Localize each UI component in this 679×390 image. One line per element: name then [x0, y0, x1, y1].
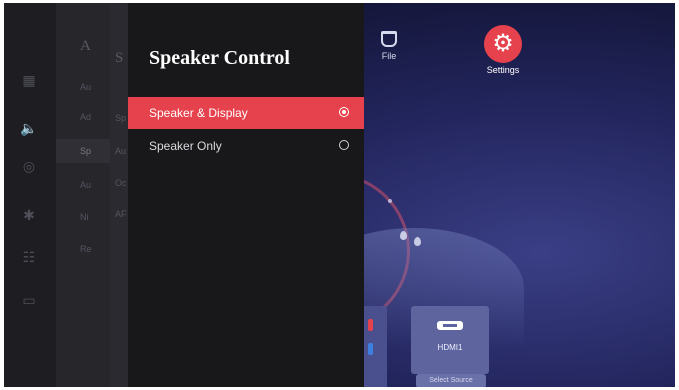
- file-icon: [381, 31, 397, 47]
- background-droplet: [414, 237, 421, 246]
- option-label: Speaker Only: [149, 139, 222, 153]
- background-droplet: [400, 231, 407, 240]
- submenu-item[interactable]: AF: [115, 209, 127, 219]
- display-icon[interactable]: ▭: [20, 291, 38, 309]
- panel-title: Speaker Control: [149, 47, 290, 69]
- submenu-title: S: [115, 50, 124, 66]
- radio-selected-icon[interactable]: [339, 107, 349, 117]
- bluetooth-icon[interactable]: ✱: [20, 206, 38, 224]
- top-item-settings[interactable]: ⚙ Settings: [470, 25, 536, 75]
- gear-icon: ⚙: [484, 25, 522, 63]
- source-card-hdmi1[interactable]: HDMI1: [411, 306, 489, 374]
- top-item-file[interactable]: File: [364, 31, 414, 61]
- sound-menu-item[interactable]: Re: [80, 244, 92, 254]
- select-source-button[interactable]: Select Source: [416, 374, 486, 387]
- submenu-item[interactable]: Oc: [115, 178, 127, 188]
- source-card-label: HDMI1: [437, 343, 463, 352]
- hdmi-icon: [437, 321, 463, 330]
- top-item-settings-label: Settings: [486, 65, 520, 75]
- option-speaker-and-display[interactable]: Speaker & Display: [128, 97, 364, 129]
- sound-menu-item[interactable]: Ad: [80, 112, 91, 122]
- radio-dot: [342, 110, 346, 114]
- option-speaker-only[interactable]: Speaker Only: [128, 130, 364, 162]
- submenu-item[interactable]: Sp: [115, 113, 126, 123]
- top-item-file-label: File: [381, 51, 397, 61]
- radio-unselected-icon[interactable]: [339, 140, 349, 150]
- settings-rail: ▦ 🔈 ◎ ✱ ☷ ▭: [4, 3, 56, 387]
- tv-screen: File ⚙ Settings HDMI1 Select Source ▦ 🔈 …: [4, 3, 675, 387]
- apps-icon[interactable]: ☷: [20, 248, 38, 266]
- background-star: [388, 199, 392, 203]
- sound-menu-item-speaker[interactable]: Sp: [80, 146, 91, 156]
- picture-icon[interactable]: ▦: [20, 71, 38, 89]
- network-icon[interactable]: ◎: [20, 157, 38, 175]
- sound-menu-item[interactable]: Au: [80, 82, 91, 92]
- sound-menu-panel: [56, 3, 110, 387]
- submenu-item[interactable]: Au: [115, 146, 126, 156]
- sound-menu-item[interactable]: Au: [80, 180, 91, 190]
- app-card-logo-blue: [368, 343, 373, 355]
- sound-icon[interactable]: 🔈: [20, 119, 38, 137]
- sound-menu-title: A: [80, 38, 91, 54]
- sound-menu-item[interactable]: Ni: [80, 212, 89, 222]
- app-card-logo-red: [368, 319, 373, 331]
- option-label: Speaker & Display: [149, 106, 248, 120]
